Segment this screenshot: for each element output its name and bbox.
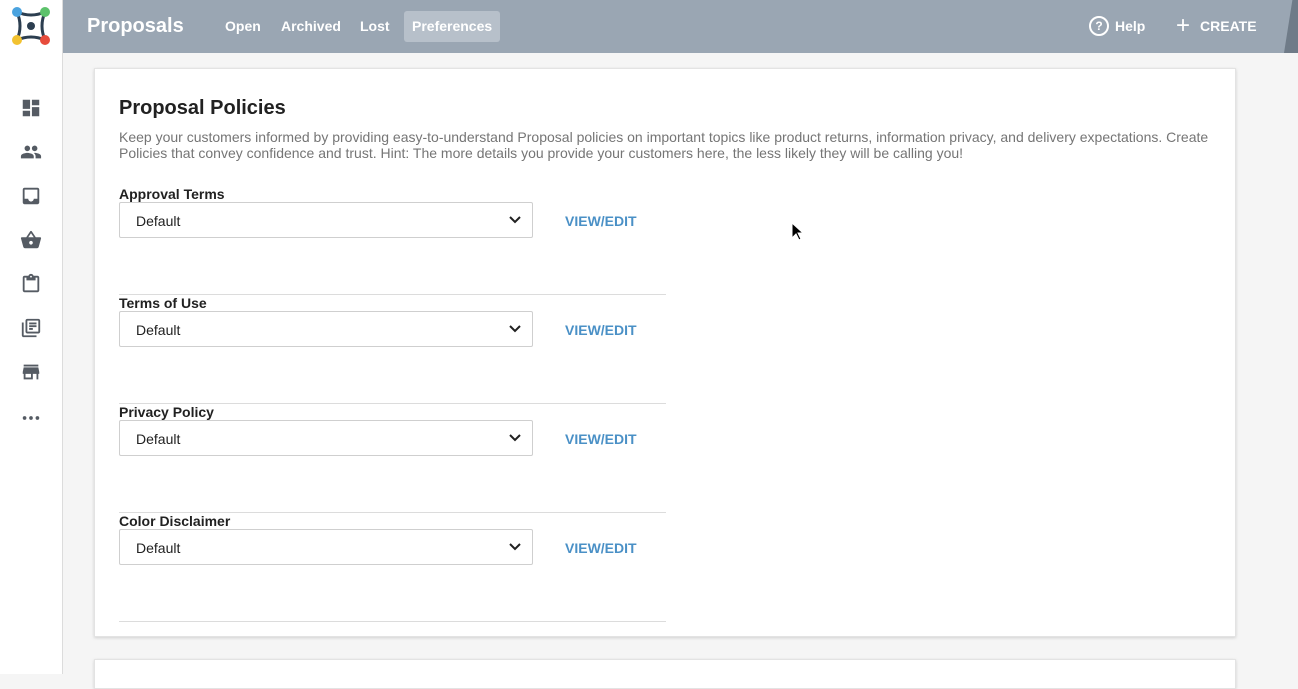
inbox-icon[interactable] — [19, 184, 43, 208]
policy-privacy-policy: Privacy Policy Default VIEW/EDIT — [119, 404, 666, 513]
chevron-down-icon — [509, 434, 521, 442]
next-section-card — [94, 659, 1236, 689]
policy-color-disclaimer: Color Disclaimer Default VIEW/EDIT — [119, 513, 666, 622]
policy-label: Terms of Use — [119, 295, 207, 311]
select-value: Default — [136, 431, 181, 447]
tab-open[interactable]: Open — [217, 11, 269, 42]
people-icon[interactable] — [19, 140, 43, 164]
policy-approval-terms: Approval Terms Default VIEW/EDIT — [119, 186, 666, 295]
help-label: Help — [1115, 18, 1146, 34]
help-icon: ? — [1089, 16, 1109, 36]
select-value: Default — [136, 213, 181, 229]
terms-of-use-select[interactable]: Default — [119, 311, 533, 347]
tab-archived[interactable]: Archived — [273, 11, 349, 42]
select-value: Default — [136, 322, 181, 338]
view-edit-link[interactable]: VIEW/EDIT — [565, 540, 637, 556]
policy-terms-of-use: Terms of Use Default VIEW/EDIT — [119, 295, 666, 404]
app-title: Proposals — [87, 15, 184, 37]
basket-icon[interactable] — [19, 228, 43, 252]
app-logo-icon[interactable] — [9, 4, 53, 48]
tab-lost[interactable]: Lost — [352, 11, 398, 42]
sidebar — [0, 0, 63, 674]
top-bar-corner — [1284, 0, 1298, 53]
view-edit-link[interactable]: VIEW/EDIT — [565, 322, 637, 338]
color-disclaimer-select[interactable]: Default — [119, 529, 533, 565]
chevron-down-icon — [509, 543, 521, 551]
help-button[interactable]: ? Help — [1089, 14, 1145, 38]
tab-preferences[interactable]: Preferences — [404, 11, 501, 42]
store-icon[interactable] — [19, 360, 43, 384]
privacy-policy-select[interactable]: Default — [119, 420, 533, 456]
section-description: Keep your customers informed by providin… — [119, 129, 1209, 161]
chevron-down-icon — [509, 325, 521, 333]
create-label: CREATE — [1200, 18, 1257, 34]
clipboard-icon[interactable] — [19, 272, 43, 296]
select-value: Default — [136, 540, 181, 556]
section-title: Proposal Policies — [119, 97, 286, 119]
view-edit-link[interactable]: VIEW/EDIT — [565, 431, 637, 447]
more-icon[interactable] — [19, 406, 43, 430]
proposal-policies-card: Proposal Policies Keep your customers in… — [94, 68, 1236, 637]
chevron-down-icon — [509, 216, 521, 224]
policy-label: Approval Terms — [119, 186, 225, 202]
policy-label: Privacy Policy — [119, 404, 214, 420]
plus-icon: + — [1176, 12, 1191, 39]
library-books-icon[interactable] — [19, 316, 43, 340]
approval-terms-select[interactable]: Default — [119, 202, 533, 238]
top-bar: Proposals Open Archived Lost Preferences… — [63, 0, 1298, 53]
policy-label: Color Disclaimer — [119, 513, 231, 529]
dashboard-icon[interactable] — [19, 96, 43, 120]
view-edit-link[interactable]: VIEW/EDIT — [565, 213, 637, 229]
mouse-cursor-icon — [791, 222, 805, 241]
create-button[interactable]: + CREATE — [1176, 14, 1257, 38]
